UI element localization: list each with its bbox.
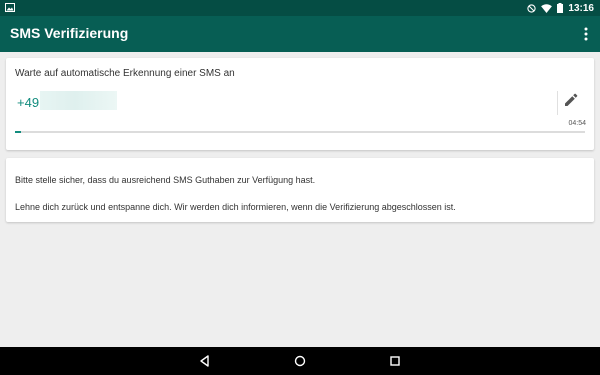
back-icon[interactable]	[197, 353, 213, 369]
verification-card: Warte auf automatische Erkennung einer S…	[6, 58, 594, 150]
do-not-disturb-icon	[527, 3, 537, 13]
country-code: +49	[17, 95, 40, 110]
image-notification-icon	[5, 3, 15, 12]
info-text-relax: Lehne dich zurück und entspanne dich. Wi…	[15, 202, 456, 212]
more-vert-icon[interactable]	[580, 24, 592, 44]
phone-number-redacted	[40, 91, 117, 110]
progress-fill	[15, 131, 21, 133]
status-icons: 13:16	[527, 0, 594, 16]
wifi-icon	[541, 3, 553, 13]
status-bar: 13:16	[0, 0, 600, 16]
battery-icon	[557, 3, 564, 13]
info-card: Bitte stelle sicher, dass du ausreichend…	[6, 158, 594, 222]
app-bar-title: SMS Verifizierung	[10, 25, 129, 41]
recents-icon[interactable]	[387, 353, 403, 369]
navigation-bar	[0, 347, 600, 375]
status-time: 13:16	[568, 2, 594, 14]
pencil-icon[interactable]	[564, 93, 578, 107]
countdown-timer: 04:54	[568, 120, 586, 127]
info-text-credit: Bitte stelle sicher, dass du ausreichend…	[15, 175, 316, 185]
edit-divider	[557, 91, 558, 115]
progress-bar	[15, 131, 585, 133]
verification-prompt: Warte auf automatische Erkennung einer S…	[15, 68, 235, 79]
app-bar: SMS Verifizierung	[0, 16, 600, 52]
home-icon[interactable]	[292, 353, 308, 369]
